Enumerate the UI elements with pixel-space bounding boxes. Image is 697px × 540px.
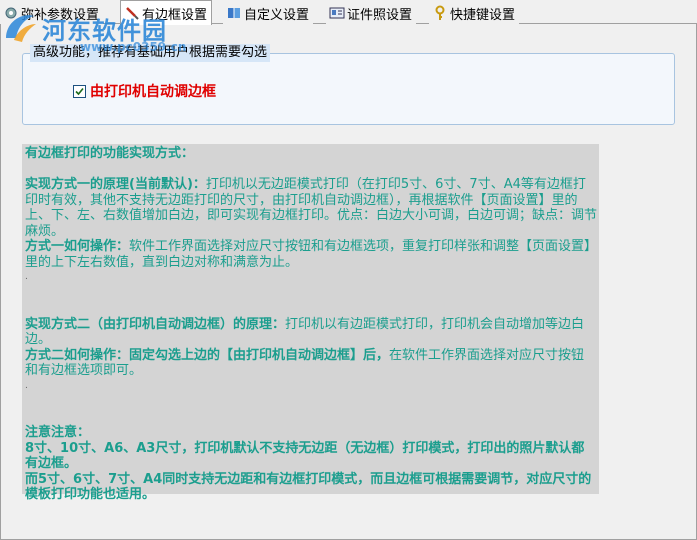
auto-border-label[interactable]: 由打印机自动调边框 <box>90 81 216 101</box>
tab-compensation-params[interactable]: 弥补参数设置 <box>0 2 104 24</box>
method2-principle: 实现方式二（由打印机自动调边框）的原理：打印机以有边距模式打印，打印机会自动增加… <box>25 317 597 348</box>
instructions-heading: 有边框打印的功能实现方式： <box>25 146 195 161</box>
tab-strip: 弥补参数设置 有边框设置 自定义设置 证件照设置 快捷键设置 <box>0 0 697 25</box>
method2-operation: 方式二如何操作：固定勾选上边的【由打印机自动调边框】后，在软件工作界面选择对应尺… <box>25 348 597 379</box>
instructions-panel: 有边框打印的功能实现方式： 实现方式一的原理(当前默认)：打印机以无边距模式打印… <box>22 144 599 502</box>
brush-icon <box>124 5 140 21</box>
tab-label: 证件照设置 <box>347 7 413 23</box>
watermark-url: www.pc0359.cn <box>80 40 187 54</box>
tab-custom-settings[interactable]: 自定义设置 <box>223 2 314 24</box>
method1-op-title: 方式一如何操作： <box>25 239 130 254</box>
id-card-icon <box>329 5 345 21</box>
auto-border-option[interactable]: 由打印机自动调边框 <box>73 81 216 101</box>
tab-id-photo-settings[interactable]: 证件照设置 <box>326 2 417 24</box>
method2-op-title: 方式二如何操作：固定勾选上边的【由打印机自动调边框】后， <box>25 347 390 363</box>
method2-title: 实现方式二（由打印机自动调边框）的原理： <box>25 316 286 332</box>
method1-principle: 实现方式一的原理(当前默认)：打印机以无边距模式打印（在打印5寸、6寸、7寸、A… <box>25 177 597 239</box>
note-line-2: 而5寸、6寸、7寸、A4同时支持无边距和有边框打印模式，而且边框可根据需要调节，… <box>25 471 592 503</box>
tab-shortcut-settings[interactable]: 快捷键设置 <box>429 2 520 24</box>
key-icon <box>432 5 448 21</box>
note-title: 注意注意： <box>25 425 91 440</box>
tab-label: 快捷键设置 <box>450 7 516 23</box>
auto-border-checkbox[interactable] <box>73 84 86 98</box>
method1-operation: 方式一如何操作：软件工作界面选择对应尺寸按钮和有边框选项，重复打印样张和调整【页… <box>25 239 597 270</box>
tab-border-settings[interactable]: 有边框设置 <box>120 0 213 25</box>
note-line-1: 8寸、10寸、A6、A3尺寸，打印机默认不支持无边距（无边框）打印模式，打印出的… <box>25 440 585 472</box>
tab-label: 弥补参数设置 <box>21 7 100 23</box>
settings-icon <box>3 5 19 21</box>
checkmark-icon <box>75 87 84 95</box>
tab-label: 自定义设置 <box>244 7 310 23</box>
book-icon <box>226 5 242 21</box>
method1-title: 实现方式一的原理(当前默认)： <box>25 177 206 192</box>
tab-label: 有边框设置 <box>142 7 208 23</box>
